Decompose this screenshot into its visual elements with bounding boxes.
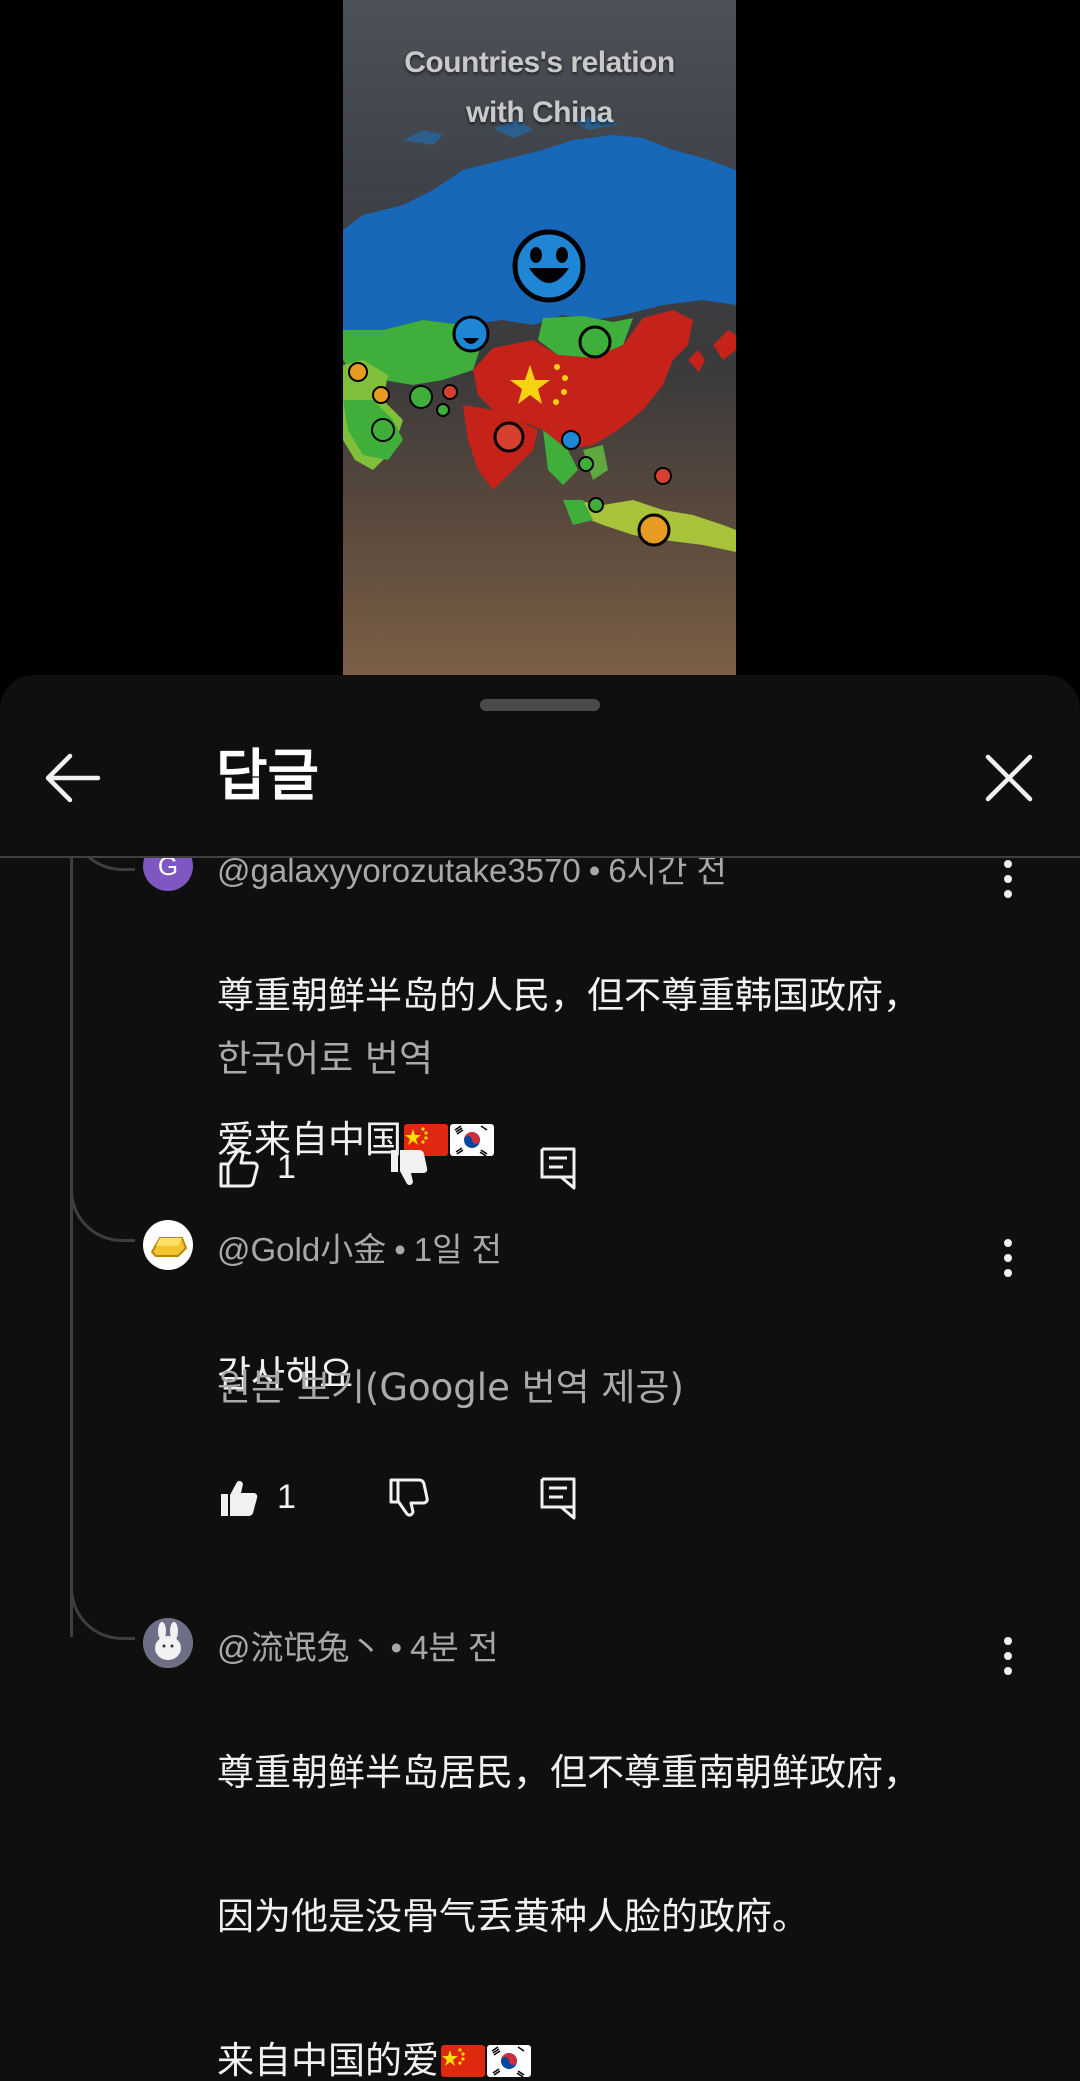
- thumbs-up-icon: [219, 1149, 259, 1188]
- gold-bar-icon: [150, 1237, 188, 1257]
- rabbit-avatar-icon: [143, 1618, 193, 1668]
- thumbs-down-icon: [389, 1478, 429, 1517]
- south-korea-flag-icon: [487, 2045, 531, 2077]
- translate-link[interactable]: 한국어로 번역: [217, 1028, 433, 1082]
- thumbs-down-filled-icon: [391, 1150, 428, 1186]
- like-count: 1: [277, 1148, 296, 1186]
- video-overlay-title: Countries's relation with China: [404, 46, 675, 129]
- thread-connector: [70, 1187, 135, 1242]
- timestamp: 1일 전: [413, 1231, 503, 1268]
- avatar[interactable]: [143, 1618, 193, 1668]
- dislike-button[interactable]: [387, 1146, 431, 1190]
- comment-icon: [540, 1147, 576, 1190]
- see-original-link[interactable]: 원본 보기(Google 번역 제공): [217, 1357, 684, 1411]
- thread-connector: [70, 858, 135, 871]
- reply-text: 尊重朝鲜半岛居民，但不尊重南朝鲜政府， 因为他是没骨气丢黄种人脸的政府。 来自中…: [217, 1751, 920, 2081]
- reply-actions: 1: [217, 1476, 617, 1536]
- like-count: 1: [277, 1478, 296, 1516]
- reply-meta: @流氓兔丶 • 4분 전: [217, 1629, 499, 1666]
- close-button[interactable]: [976, 745, 1042, 811]
- like-button[interactable]: [217, 1476, 261, 1520]
- thumbs-up-filled-icon: [221, 1480, 258, 1516]
- author-name[interactable]: @galaxyyorozutake3570: [217, 858, 581, 889]
- reply-meta: @galaxyyorozutake3570 • 6시간 전: [217, 858, 727, 892]
- reply-button[interactable]: [539, 1476, 577, 1520]
- like-button[interactable]: [217, 1146, 261, 1190]
- drag-handle[interactable]: [480, 699, 600, 711]
- china-flag-icon: [441, 2045, 485, 2077]
- arrow-left-icon: [45, 753, 101, 803]
- back-button[interactable]: [38, 745, 108, 811]
- reply-actions: 1: [217, 1146, 617, 1206]
- avatar[interactable]: [143, 1220, 193, 1270]
- comment-icon: [540, 1477, 576, 1520]
- author-name[interactable]: @Gold小金: [217, 1231, 386, 1268]
- replies-list[interactable]: G @galaxyyorozutake3570 • 6시간 전 尊重朝鲜半岛的人民，…: [0, 858, 1080, 2081]
- video-frame[interactable]: Countries's relation with China: [343, 0, 736, 675]
- replies-header: 답글: [0, 723, 1080, 831]
- replies-sheet: 답글 G @galaxyyorozutake3570 • 6시간 전 尊重朝鲜半岛: [0, 675, 1080, 2081]
- dislike-button[interactable]: [387, 1476, 431, 1520]
- avatar[interactable]: G: [143, 858, 193, 891]
- reply-button[interactable]: [539, 1146, 577, 1190]
- close-icon: [985, 754, 1033, 802]
- reply-meta: @Gold小金 • 1일 전: [217, 1231, 503, 1268]
- thread-connector: [70, 1585, 135, 1640]
- thread-line: [70, 1229, 73, 1637]
- timestamp: 4분 전: [410, 1629, 499, 1666]
- page-title: 답글: [216, 744, 320, 809]
- timestamp: 6시간 전: [608, 858, 727, 889]
- author-name[interactable]: @流氓兔丶: [217, 1629, 383, 1666]
- video-player[interactable]: Countries's relation with China: [0, 0, 1080, 675]
